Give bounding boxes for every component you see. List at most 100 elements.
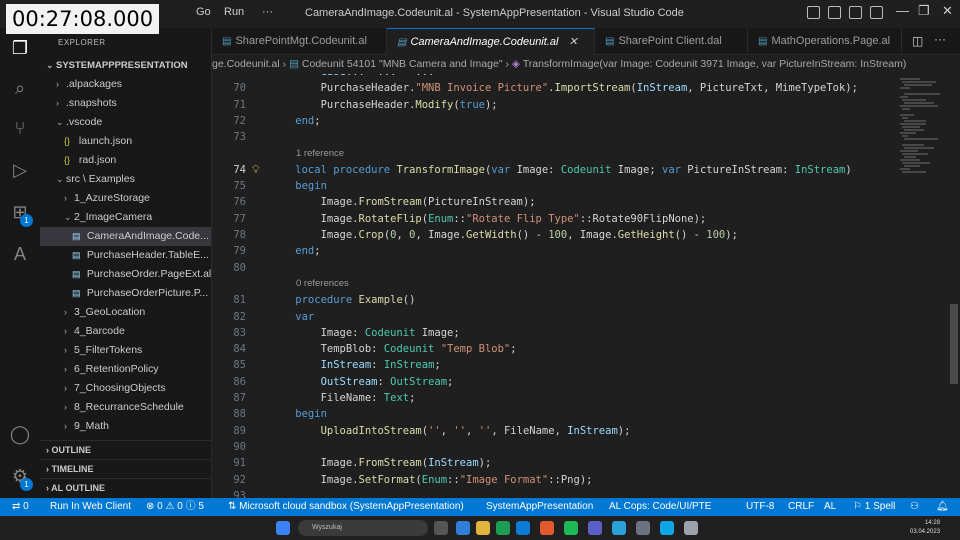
file-explorer-icon[interactable] bbox=[476, 521, 490, 535]
tree-folder[interactable]: › 6_RetentionPolicy bbox=[40, 360, 211, 379]
code-line[interactable]: UploadIntoStream('', '', '', FileName, I… bbox=[270, 425, 631, 437]
run-in-web-client[interactable]: Run In Web Client bbox=[50, 498, 131, 516]
al-cops-indicator[interactable]: AL Cops: Code/UI/PTE bbox=[609, 498, 711, 516]
tree-folder[interactable]: ⌄ 2_ImageCamera bbox=[40, 208, 211, 227]
codelens-references[interactable]: 0 references bbox=[296, 278, 349, 289]
scroll-thumb[interactable] bbox=[950, 304, 958, 384]
al-outline-section[interactable]: › AL OUTLINE bbox=[40, 478, 211, 497]
environment-indicator[interactable]: ⇅ Microsoft cloud sandbox (SystemAppPres… bbox=[228, 498, 464, 516]
breadcrumb-file[interactable]: ge.Codeunit.al bbox=[212, 58, 280, 70]
remote-indicator[interactable]: ⇄ 0 bbox=[12, 498, 29, 516]
code-line[interactable]: PurchaseHeader.Modify(true); bbox=[270, 99, 498, 111]
tree-folder[interactable]: ⌄ src \ Examples bbox=[40, 170, 211, 189]
task-view-icon[interactable] bbox=[434, 521, 448, 535]
tree-file[interactable]: ▤ PurchaseOrderPicture.P... bbox=[40, 284, 211, 303]
tree-folder[interactable]: › 5_FilterTokens bbox=[40, 341, 211, 360]
spotify-icon[interactable] bbox=[564, 521, 578, 535]
code-line[interactable]: Image: Codeunit Image; bbox=[270, 327, 460, 339]
code-line[interactable]: TempBlob: Codeunit "Temp Blob"; bbox=[270, 343, 517, 355]
system-clock[interactable]: 14:28 03.04.2023 bbox=[910, 519, 940, 537]
code-line[interactable]: Image.Crop(0, 0, Image.GetWidth() - 100,… bbox=[270, 229, 738, 241]
editor-scrollbar[interactable] bbox=[948, 74, 960, 498]
code-line[interactable]: var bbox=[270, 311, 314, 323]
codelens-references[interactable]: 1 reference bbox=[296, 148, 344, 159]
tree-folder[interactable]: › 7_ChoosingObjects bbox=[40, 379, 211, 398]
breadcrumb-object[interactable]: Codeunit 54101 "MNB Camera and Image" bbox=[302, 58, 503, 70]
code-line[interactable]: OutStream: OutStream; bbox=[270, 376, 454, 388]
browser-icon[interactable] bbox=[612, 521, 626, 535]
tree-folder[interactable]: › .snapshots bbox=[40, 94, 211, 113]
code-line[interactable]: Image.RotateFlip(Enum::"Rotate Flip Type… bbox=[270, 213, 707, 225]
encoding-indicator[interactable]: UTF-8 bbox=[746, 498, 774, 516]
restore-icon[interactable]: ❐ bbox=[918, 3, 930, 19]
tree-file[interactable]: {} rad.json bbox=[40, 151, 211, 170]
explorer-icon[interactable]: ❐ bbox=[8, 36, 32, 60]
timeline-section[interactable]: › TIMELINE bbox=[40, 459, 211, 478]
language-indicator[interactable]: AL bbox=[824, 498, 836, 516]
code-editor[interactable]: Case... "... " ...70 PurchaseHeader."MNB… bbox=[212, 74, 892, 498]
spell-indicator[interactable]: ⚐ 1 Spell bbox=[853, 498, 895, 516]
layout-icon[interactable] bbox=[870, 6, 883, 19]
code-line[interactable]: Case... "... " ... bbox=[270, 74, 435, 78]
code-line[interactable]: begin bbox=[270, 408, 327, 420]
menu-run[interactable]: Run bbox=[224, 6, 244, 18]
vscode-taskbar-icon[interactable] bbox=[456, 521, 470, 535]
breadcrumb-method[interactable]: TransformImage(var Image: Codeunit 3971 … bbox=[523, 58, 907, 70]
tree-folder[interactable]: › 4_Barcode bbox=[40, 322, 211, 341]
tree-folder[interactable]: ⌄ .vscode bbox=[40, 113, 211, 132]
accounts-icon[interactable]: ◯ bbox=[8, 422, 32, 446]
tree-file[interactable]: ▤ CameraAndImage.Code... bbox=[40, 227, 211, 246]
tree-folder[interactable]: › 3_GeoLocation bbox=[40, 303, 211, 322]
code-line[interactable]: local procedure TransformImage(var Image… bbox=[270, 164, 851, 176]
workspace-indicator[interactable]: SystemAppPresentation bbox=[486, 498, 593, 516]
notifications-icon[interactable]: 🔔︎ bbox=[936, 498, 949, 516]
tab-sharepointmgt[interactable]: ▤ SharePointMgt.Codeunit.al bbox=[212, 28, 387, 55]
tree-folder[interactable]: › 8_RecurranceSchedule bbox=[40, 398, 211, 417]
minimap[interactable] bbox=[892, 74, 948, 498]
outlook-icon[interactable] bbox=[516, 521, 530, 535]
code-line[interactable]: PurchaseHeader."MNB Invoice Picture".Imp… bbox=[270, 82, 858, 94]
tree-folder[interactable]: › .alpackages bbox=[40, 75, 211, 94]
code-line[interactable]: Image.FromStream(PictureInStream); bbox=[270, 196, 536, 208]
code-line[interactable]: Image.FromStream(InStream); bbox=[270, 457, 492, 469]
problems-indicator[interactable]: ⊗ 0 ⚠ 0 ⓘ 5 bbox=[146, 498, 204, 516]
close-tab-icon[interactable]: ✕ bbox=[568, 36, 577, 48]
tab-cameraandimage[interactable]: ▤ CameraAndImage.Codeunit.al ✕ bbox=[387, 28, 595, 55]
tree-folder[interactable]: › 9_Math bbox=[40, 417, 211, 436]
tree-file[interactable]: ▤ PurchaseOrder.PageExt.al bbox=[40, 265, 211, 284]
office-icon[interactable] bbox=[540, 521, 554, 535]
tab-sharepoint-client[interactable]: ▤ SharePoint Client.dal bbox=[595, 28, 748, 55]
edge-icon[interactable] bbox=[496, 521, 510, 535]
close-window-icon[interactable]: ✕ bbox=[942, 3, 953, 19]
app-icon[interactable] bbox=[660, 521, 674, 535]
taskbar-search[interactable]: Wyszukaj bbox=[298, 520, 428, 536]
code-line[interactable]: InStream: InStream; bbox=[270, 359, 441, 371]
code-line[interactable]: Image.SetFormat(Enum::"Image Format"::Pn… bbox=[270, 474, 593, 486]
tree-file[interactable]: ▤ PurchaseHeader.TableE... bbox=[40, 246, 211, 265]
azure-icon[interactable]: A bbox=[8, 242, 32, 266]
outline-section[interactable]: › OUTLINE bbox=[40, 440, 211, 459]
tree-folder[interactable]: › 1_AzureStorage bbox=[40, 189, 211, 208]
eol-indicator[interactable]: CRLF bbox=[788, 498, 814, 516]
menu-more[interactable]: ··· bbox=[262, 6, 273, 18]
more-actions-icon[interactable]: ··· bbox=[934, 32, 946, 46]
lightbulb-icon[interactable]: 💡︎ bbox=[252, 164, 260, 177]
feedback-icon[interactable]: ⚇ bbox=[910, 498, 919, 516]
source-control-icon[interactable]: ⑂ bbox=[8, 116, 32, 140]
toggle-secondary-sidebar-icon[interactable] bbox=[849, 6, 862, 19]
workspace-root[interactable]: ⌄ SYSTEMAPPPRESENTATION bbox=[40, 56, 211, 75]
app-icon[interactable] bbox=[684, 521, 698, 535]
toggle-sidebar-icon[interactable] bbox=[807, 6, 820, 19]
code-line[interactable]: FileName: Text; bbox=[270, 392, 416, 404]
start-icon[interactable] bbox=[276, 521, 290, 535]
code-line[interactable]: procedure Example() bbox=[270, 294, 415, 306]
code-line[interactable]: end; bbox=[270, 115, 320, 127]
menu-go[interactable]: Go bbox=[196, 6, 211, 18]
teams-icon[interactable] bbox=[588, 521, 602, 535]
toggle-panel-icon[interactable] bbox=[828, 6, 841, 19]
tree-file[interactable]: {} launch.json bbox=[40, 132, 211, 151]
run-debug-icon[interactable]: ▷ bbox=[8, 158, 32, 182]
code-line[interactable]: end; bbox=[270, 245, 320, 257]
tab-mathoperations[interactable]: ▤ MathOperations.Page.al bbox=[748, 28, 902, 55]
search-icon[interactable]: ⌕ bbox=[8, 76, 32, 100]
